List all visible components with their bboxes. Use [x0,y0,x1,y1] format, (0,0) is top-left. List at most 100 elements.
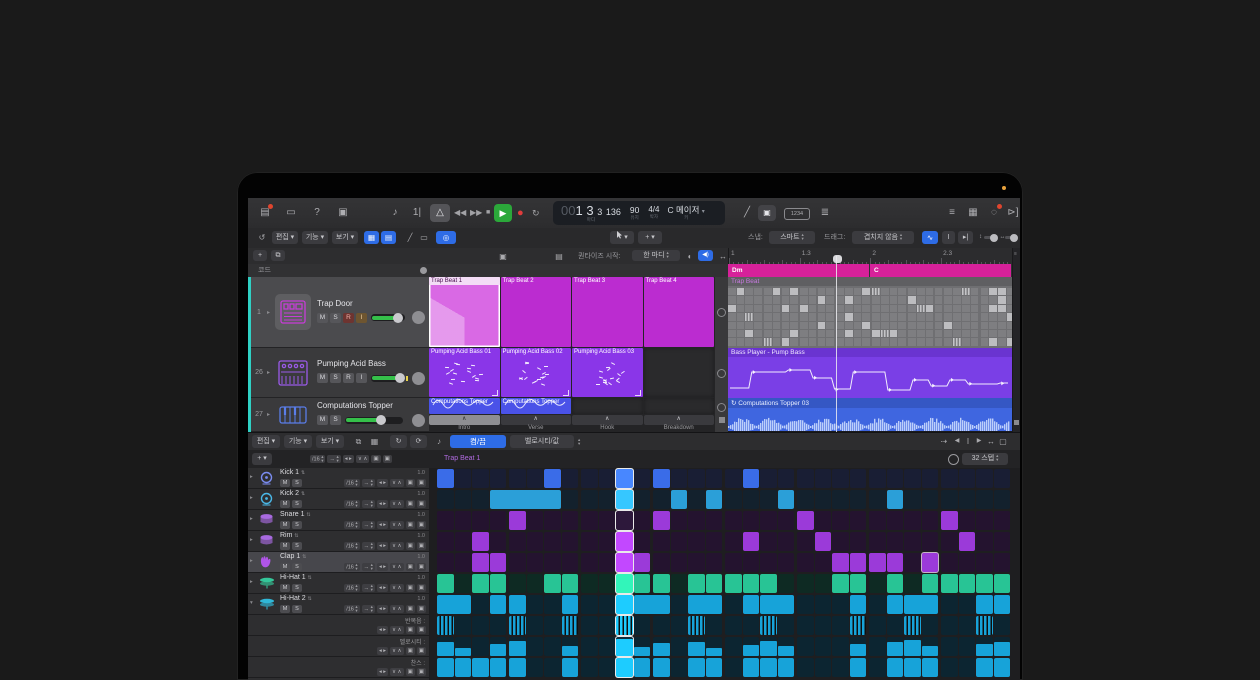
velocity-bar[interactable] [760,641,777,656]
step-cell[interactable] [797,511,814,530]
row-controls[interactable]: MS/16 ▴▾→ ▴▾◂ ▸∨ ∧▣▣ [280,500,426,508]
metronome-button[interactable]: △ [430,204,450,222]
volume-slider[interactable] [371,314,405,321]
zoom-loupe-icon[interactable] [948,454,959,465]
list-icon[interactable]: ≡ [943,204,961,222]
step-cell[interactable] [760,490,777,509]
ss-mode-onoff-button[interactable]: 켬/끔 [450,435,506,448]
stop-button[interactable]: ■ [486,205,490,221]
rail-menu-icon[interactable]: ≡ [1014,251,1017,257]
step-cell[interactable] [581,490,598,509]
quick-help-icon[interactable]: ? [308,204,326,222]
step-cell[interactable] [653,616,670,635]
step-cell[interactable] [797,532,814,551]
ss-prev-icon[interactable]: ◀ [952,435,962,448]
step-cell[interactable] [815,574,832,593]
step-row-header[interactable]: ▸Snare 1 ⇅1.0MS/16 ▴▾→ ▴▾◂ ▸∨ ∧▣▣ [248,510,429,531]
step-cell[interactable] [616,469,633,488]
step-cell[interactable] [616,616,633,635]
volume-slider[interactable] [345,417,403,424]
step-cell[interactable] [904,469,921,488]
step-cell[interactable] [706,532,723,551]
step-cell[interactable] [671,637,688,656]
step-cell[interactable] [490,637,507,656]
step-cell[interactable] [688,511,705,530]
step-cell[interactable] [437,595,471,614]
step-cell[interactable] [581,595,598,614]
drag-value[interactable]: 겹치지 않음 ▴▾ [852,231,914,244]
ss-hscroll-icon[interactable]: ↔ [986,435,996,448]
count-in-icon[interactable]: 1| [408,204,426,222]
step-cell[interactable] [437,511,454,530]
step-cell[interactable] [437,553,454,572]
step-cell[interactable] [544,658,561,677]
step-cell[interactable] [544,469,561,488]
vzoom-knob[interactable] [990,234,998,242]
step-cell[interactable] [490,532,507,551]
quantize-start-value[interactable]: 한 마디 ▴▾ [632,250,680,261]
step-cell[interactable] [904,490,921,509]
step-cell[interactable] [599,490,616,509]
step-cell[interactable] [941,658,958,677]
step-cell[interactable] [976,616,993,635]
step-cell[interactable] [797,574,814,593]
step-cell[interactable] [544,637,561,656]
step-cell[interactable] [959,469,976,488]
step-cell[interactable] [743,490,760,509]
step-cell[interactable] [472,637,489,656]
step-cell[interactable] [599,469,616,488]
step-cell[interactable] [743,553,760,572]
step-cell[interactable] [437,616,454,635]
step-cell[interactable] [562,553,579,572]
step-cell[interactable] [832,637,849,656]
step-cell[interactable] [634,574,651,593]
step-cell[interactable] [653,637,670,656]
add-row-button[interactable]: + ▾ [252,453,272,465]
step-cell[interactable] [455,616,472,635]
step-row-header[interactable]: ▾Hi-Hat 2 ⇅1.0MS/16 ▴▾→ ▴▾◂ ▸∨ ∧▣▣ [248,594,429,615]
step-cell[interactable] [490,574,507,593]
step-cell[interactable] [527,511,544,530]
playhead-marker[interactable] [833,255,842,263]
step-row-header[interactable]: 반복음 :◂ ▸∨ ∧▣▣ [248,615,429,636]
step-cell[interactable] [706,658,723,677]
row-disclosure-icon[interactable]: ▸ [250,495,253,501]
step-cell[interactable] [815,553,832,572]
step-cell[interactable] [815,595,832,614]
step-cell[interactable] [778,574,795,593]
step-row-header[interactable]: ▸Kick 2 ⇅1.0MS/16 ▴▾→ ▴▾◂ ▸∨ ∧▣▣ [248,489,429,510]
step-cell[interactable] [599,532,616,551]
editor-toggle-button[interactable]: ▣ [758,205,776,221]
automation-icon[interactable]: ╱ [404,231,416,244]
step-cell[interactable] [725,511,742,530]
step-cell[interactable] [922,490,939,509]
step-cell[interactable] [509,574,526,593]
step-cell[interactable] [941,511,958,530]
track-i-button[interactable]: I [356,373,367,383]
row-controls[interactable]: MS/16 ▴▾→ ▴▾◂ ▸∨ ∧▣▣ [280,563,426,571]
step-cell[interactable] [509,511,526,530]
steps-count-value[interactable]: 32 스텝 ▴▾ [962,453,1008,465]
step-cell[interactable] [815,637,832,656]
step-cell[interactable] [455,553,472,572]
ss-next-icon[interactable]: ▶ [974,435,984,448]
velocity-bar[interactable] [904,640,921,656]
step-cell[interactable] [760,574,777,593]
velocity-bar[interactable] [976,644,993,656]
grid-view-button[interactable]: ▦ [364,231,379,244]
velocity-bar[interactable] [455,648,472,657]
step-cell[interactable] [437,532,454,551]
step-cell[interactable] [815,469,832,488]
track-header[interactable]: 26▸Pumping Acid BassMSRI [251,348,429,398]
track-header-config-icon[interactable]: ▣ [496,250,510,263]
step-cell[interactable] [671,511,688,530]
step-cell[interactable] [455,469,472,488]
step-cell[interactable] [455,532,472,551]
step-cell[interactable] [778,553,795,572]
step-cell[interactable] [743,616,760,635]
step-cell[interactable] [634,511,651,530]
step-cell[interactable] [743,532,760,551]
live-loops-cell[interactable]: Trap Beat 3 [572,277,643,347]
step-cell[interactable] [455,658,472,677]
step-row-header[interactable]: ▸Hi-Hat 1 ⇅1.0MS/16 ▴▾→ ▴▾◂ ▸∨ ∧▣▣ [248,573,429,594]
